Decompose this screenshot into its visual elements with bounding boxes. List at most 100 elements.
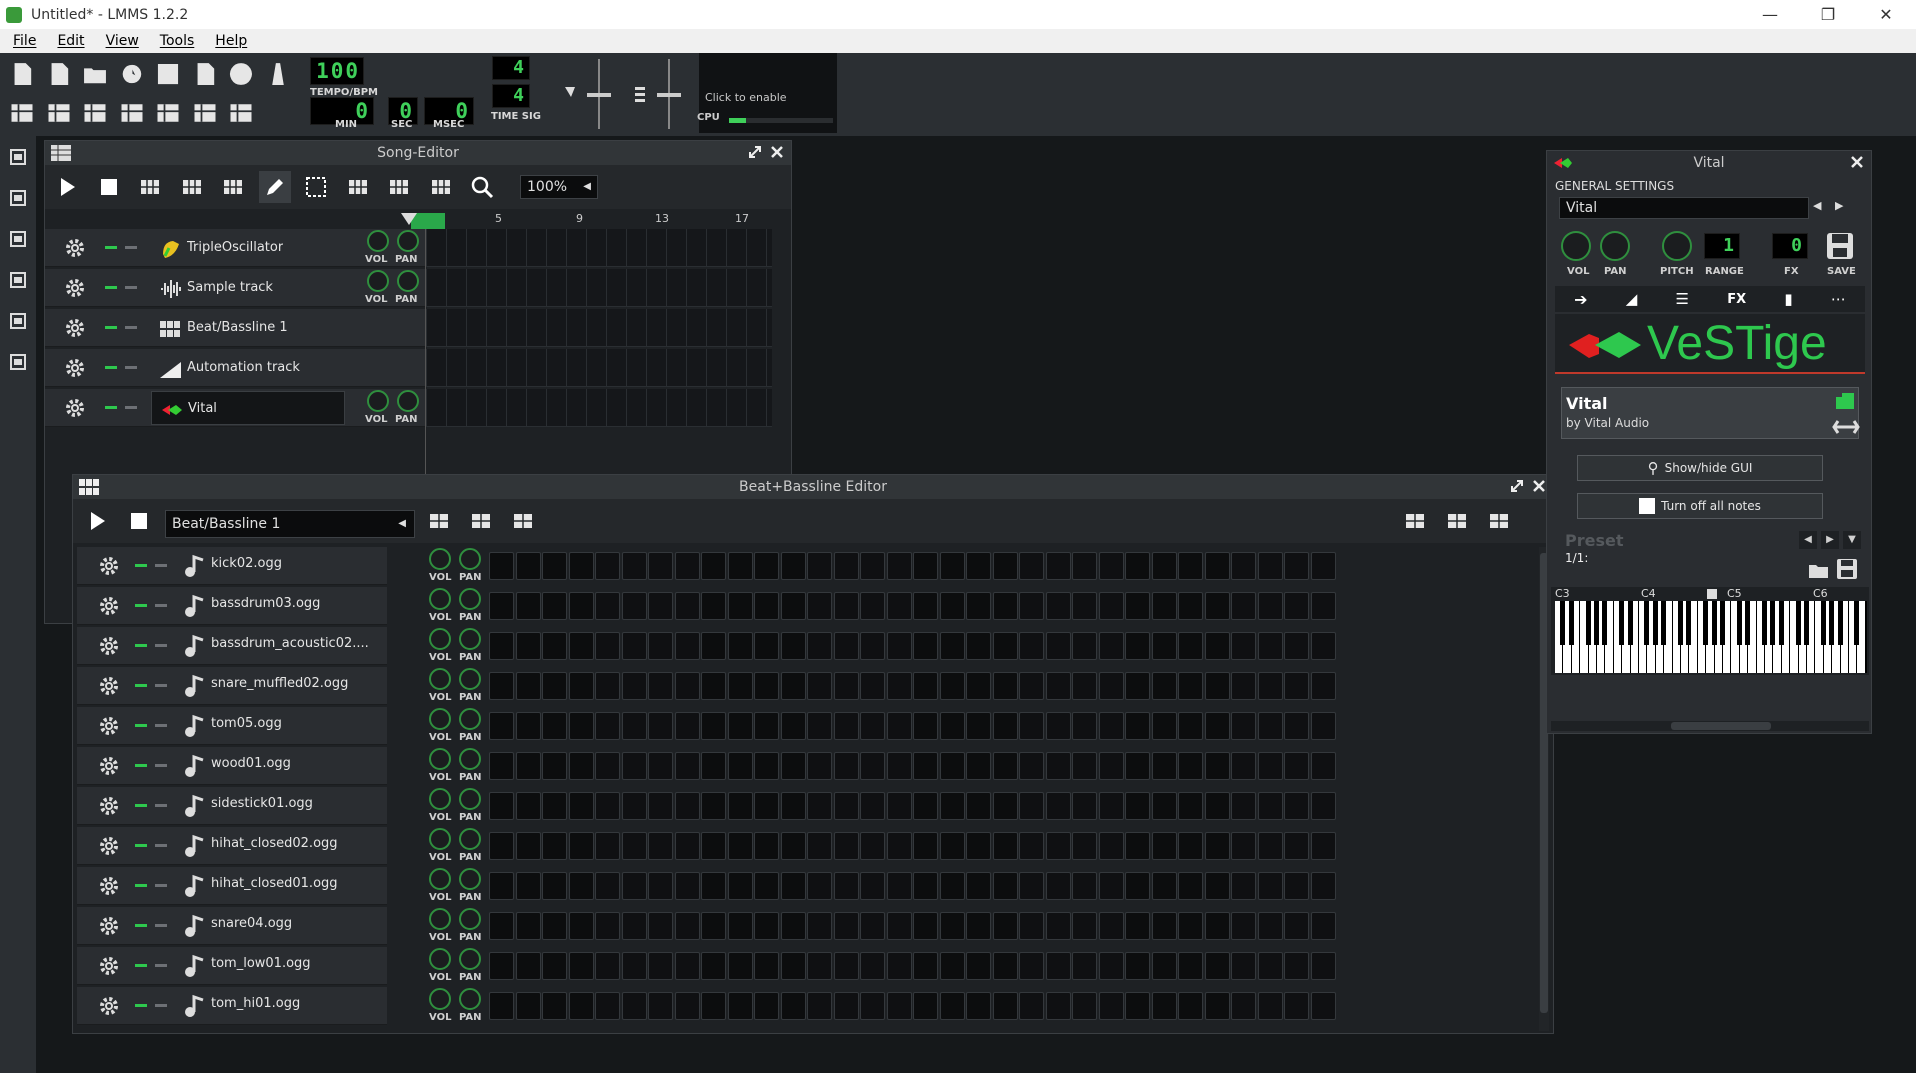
step-button[interactable] — [1284, 752, 1309, 780]
step-button[interactable] — [1019, 912, 1044, 940]
my-presets-icon[interactable] — [7, 269, 29, 291]
step-button[interactable] — [780, 872, 806, 900]
step-button[interactable] — [1125, 872, 1150, 900]
tab-arp-icon[interactable]: ☰ — [1676, 290, 1689, 308]
step-button[interactable] — [913, 592, 938, 620]
step-button[interactable] — [1231, 792, 1256, 820]
step-button[interactable] — [780, 832, 806, 860]
step-button[interactable] — [701, 792, 726, 820]
beat-track[interactable]: wood01.ogg — [77, 747, 387, 785]
step-button[interactable] — [674, 832, 700, 860]
add-sample-track-icon[interactable] — [176, 171, 208, 203]
song-track[interactable]: Automation track — [45, 349, 425, 387]
tab-fx[interactable]: FX — [1727, 292, 1746, 307]
step-button[interactable] — [1204, 792, 1230, 820]
step-button[interactable] — [886, 792, 912, 820]
pan-knob[interactable] — [459, 908, 481, 930]
step-button[interactable] — [1045, 912, 1071, 940]
step-button[interactable] — [1019, 632, 1044, 660]
step-button[interactable] — [727, 792, 753, 820]
step-button[interactable] — [1231, 752, 1256, 780]
step-button[interactable] — [701, 832, 726, 860]
step-button[interactable] — [621, 632, 647, 660]
mute-button[interactable] — [135, 884, 147, 887]
add-automation-track-icon[interactable] — [507, 505, 539, 537]
step-button[interactable] — [913, 872, 938, 900]
step-button[interactable] — [727, 872, 753, 900]
track-name-button[interactable]: Beat/Bassline 1 — [151, 311, 345, 345]
recent-projects-icon[interactable] — [116, 58, 148, 90]
step-button[interactable] — [886, 832, 912, 860]
step-button[interactable] — [807, 592, 832, 620]
track-settings-gear-icon[interactable] — [63, 356, 87, 384]
step-button[interactable] — [1204, 912, 1230, 940]
step-button[interactable] — [1151, 952, 1177, 980]
piano-black-key[interactable] — [1686, 601, 1692, 645]
step-button[interactable] — [1257, 832, 1283, 860]
volume-knob[interactable] — [429, 588, 451, 610]
step-button[interactable] — [1257, 672, 1283, 700]
step-button[interactable] — [595, 672, 620, 700]
step-button[interactable] — [966, 872, 991, 900]
step-button[interactable] — [648, 992, 673, 1020]
step-button[interactable] — [1310, 592, 1336, 620]
step-button[interactable] — [1019, 992, 1044, 1020]
step-button[interactable] — [860, 832, 885, 860]
step-button[interactable] — [727, 832, 753, 860]
step-button[interactable] — [966, 712, 991, 740]
controller-rack-icon[interactable] — [225, 97, 257, 129]
step-button[interactable] — [515, 592, 541, 620]
step-button[interactable] — [992, 712, 1018, 740]
step-button[interactable] — [489, 792, 514, 820]
step-button[interactable] — [754, 672, 779, 700]
step-button[interactable] — [515, 752, 541, 780]
step-button[interactable] — [595, 552, 620, 580]
step-button[interactable] — [1019, 832, 1044, 860]
save-project-icon[interactable] — [152, 58, 184, 90]
step-button[interactable] — [595, 712, 620, 740]
step-button[interactable] — [807, 752, 832, 780]
step-button[interactable] — [542, 952, 567, 980]
step-button[interactable] — [1257, 912, 1283, 940]
step-button[interactable] — [833, 552, 859, 580]
step-button[interactable] — [939, 992, 965, 1020]
step-button[interactable] — [754, 992, 779, 1020]
step-button[interactable] — [595, 792, 620, 820]
menu-edit[interactable]: Edit — [57, 33, 84, 49]
step-button[interactable] — [860, 952, 885, 980]
step-button[interactable] — [833, 632, 859, 660]
step-button[interactable] — [1072, 792, 1097, 820]
step-button[interactable] — [807, 832, 832, 860]
volume-knob[interactable] — [429, 668, 451, 690]
pan-knob[interactable] — [459, 668, 481, 690]
pan-knob[interactable] — [459, 748, 481, 770]
step-button[interactable] — [701, 592, 726, 620]
piano-black-key[interactable] — [1854, 601, 1860, 645]
pan-knob[interactable] — [459, 628, 481, 650]
project-notes-icon[interactable] — [189, 97, 221, 129]
piano-black-key[interactable] — [1829, 601, 1835, 645]
solo-button[interactable] — [125, 246, 137, 249]
piano-black-key[interactable] — [1711, 601, 1717, 645]
step-button[interactable] — [1019, 552, 1044, 580]
step-button[interactable] — [515, 832, 541, 860]
playhead-marker-icon[interactable] — [401, 213, 417, 225]
step-button[interactable] — [1178, 872, 1203, 900]
step-button[interactable] — [807, 912, 832, 940]
step-button[interactable] — [542, 592, 567, 620]
step-button[interactable] — [1284, 912, 1309, 940]
add-sample-track-icon[interactable] — [465, 505, 497, 537]
solo-button[interactable] — [155, 644, 167, 647]
step-button[interactable] — [1284, 712, 1309, 740]
step-button[interactable] — [1231, 672, 1256, 700]
volume-knob[interactable] — [367, 270, 389, 292]
close-icon[interactable] — [1531, 478, 1547, 494]
save-icon[interactable] — [1825, 231, 1855, 261]
step-button[interactable] — [1284, 552, 1309, 580]
volume-knob[interactable] — [367, 230, 389, 252]
step-button[interactable] — [648, 712, 673, 740]
loop-points-icon[interactable] — [383, 171, 415, 203]
pan-knob[interactable] — [459, 548, 481, 570]
song-timeline[interactable]: 5 9 13 17 — [45, 209, 791, 229]
step-button[interactable] — [992, 672, 1018, 700]
